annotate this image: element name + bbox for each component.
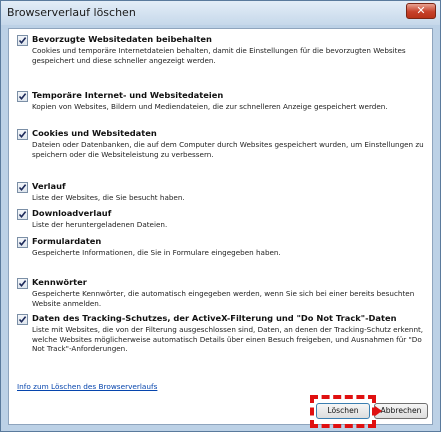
help-link[interactable]: Info zum Löschen des Browserverlaufs	[17, 382, 157, 391]
pointer-arrow-icon	[375, 406, 382, 416]
checkmark-icon	[18, 316, 27, 324]
checkbox-form-data[interactable]	[17, 237, 28, 248]
delete-button[interactable]: Löschen	[316, 403, 370, 419]
checkmark-icon	[18, 37, 27, 45]
option-label: Cookies und Websitedaten	[32, 128, 157, 138]
checkmark-icon	[18, 239, 27, 247]
option-description: Liste der Websites, die Sie besucht habe…	[32, 193, 185, 202]
checkbox-cookies[interactable]	[17, 129, 28, 140]
option-description: Liste der heruntergeladenen Dateien.	[32, 220, 168, 229]
option-description: Gespeicherte Kennwörter, die automatisch…	[32, 289, 415, 308]
option-description: Gespeicherte Informationen, die Sie in F…	[32, 248, 281, 257]
checkbox-preserve-favorites[interactable]	[17, 35, 28, 46]
checkmark-icon	[18, 211, 27, 219]
title-bar: Browserverlauf löschen ✕	[1, 1, 440, 25]
option-label: Bevorzugte Websitedaten beibehalten	[32, 34, 212, 44]
checkmark-icon	[18, 93, 27, 101]
option-description: Liste mit Websites, die von der Filterun…	[32, 325, 424, 354]
close-button[interactable]: ✕	[406, 3, 436, 19]
option-label: Formulardaten	[32, 236, 102, 246]
checkbox-download-history[interactable]	[17, 209, 28, 220]
option-description: Kopien von Websites, Bildern und Mediend…	[32, 102, 388, 111]
checkmark-icon	[18, 131, 27, 139]
checkbox-history[interactable]	[17, 182, 28, 193]
checkmark-icon	[18, 184, 27, 192]
cancel-button[interactable]: Abbrechen	[374, 403, 428, 419]
option-description: Cookies und temporäre Internetdateien be…	[32, 46, 406, 65]
option-label: Kennwörter	[32, 277, 87, 287]
close-icon: ✕	[416, 4, 426, 17]
dialog-content: Bevorzugte Websitedaten beibehalten Cook…	[8, 28, 433, 428]
option-label: Temporäre Internet- und Websitedateien	[32, 90, 224, 100]
option-label: Verlauf	[32, 181, 66, 191]
checkbox-temp-files[interactable]	[17, 91, 28, 102]
option-label: Downloadverlauf	[32, 208, 112, 218]
checkmark-icon	[18, 280, 27, 288]
dialog-title: Browserverlauf löschen	[7, 6, 136, 19]
delete-history-dialog: Browserverlauf löschen ✕ Bevorzugte Webs…	[0, 0, 441, 432]
option-label: Daten des Tracking-Schutzes, der ActiveX…	[32, 313, 397, 323]
checkbox-tracking-protection[interactable]	[17, 314, 28, 325]
option-description: Dateien oder Datenbanken, die auf dem Co…	[32, 140, 424, 159]
checkbox-passwords[interactable]	[17, 278, 28, 289]
